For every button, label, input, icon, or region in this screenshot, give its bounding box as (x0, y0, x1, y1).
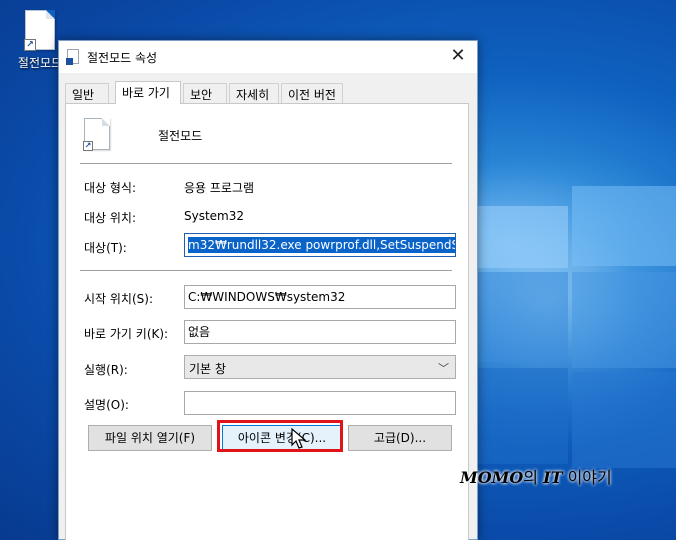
run-select[interactable]: 기본 창 ﹀ (184, 355, 456, 379)
start-in-input[interactable]: C:₩WINDOWS₩system32 (184, 285, 456, 309)
wallpaper-pane (572, 372, 676, 468)
mouse-cursor-icon (291, 428, 307, 449)
target-type-label: 대상 형식: (84, 181, 137, 195)
shortcut-arrow-icon: ↗ (83, 141, 93, 151)
target-input-selected-text: m32₩rundll32.exe powrprof.dll,SetSuspend… (188, 237, 455, 253)
target-location-label: 대상 위치: (84, 211, 137, 225)
close-button[interactable]: ✕ (439, 41, 477, 73)
open-file-location-button[interactable]: 파일 위치 열기(F) (88, 425, 212, 451)
tab-previous-versions[interactable]: 이전 버전 (281, 83, 343, 103)
watermark-text: 이야기 (562, 468, 612, 487)
comment-label: 설명(O): (84, 398, 129, 412)
run-label: 실행(R): (84, 363, 128, 377)
start-in-label: 시작 위치(S): (84, 292, 153, 306)
wallpaper-pane (478, 206, 568, 268)
tab-general[interactable]: 일반 (65, 83, 109, 103)
shortcut-arrow-icon: ↗ (24, 39, 36, 51)
shortcut-key-label: 바로 가기 키(K): (84, 327, 169, 341)
wallpaper-pane (478, 368, 568, 464)
run-select-value: 기본 창 (189, 362, 226, 376)
highlight-annotation (217, 420, 343, 452)
advanced-button[interactable]: 고급(D)... (348, 425, 452, 451)
divider (80, 163, 452, 164)
shortcut-key-input[interactable]: 없음 (184, 320, 456, 344)
watermark-brand-it: IT (543, 468, 563, 487)
document-icon: ↗ (24, 10, 55, 51)
divider (80, 270, 452, 271)
wallpaper-pane (478, 272, 568, 362)
shortcut-name: 절전모드 (158, 129, 203, 143)
target-input[interactable]: m32₩rundll32.exe powrprof.dll,SetSuspend… (184, 233, 456, 257)
title-bar[interactable]: 절전모드 속성 ✕ (59, 41, 477, 73)
tab-security[interactable]: 보안 (183, 83, 227, 103)
target-label: 대상(T): (84, 241, 127, 255)
document-icon (66, 49, 79, 65)
watermark-text: 의 (523, 468, 544, 487)
tab-details[interactable]: 자세히 (229, 83, 279, 103)
target-type-value: 응용 프로그램 (184, 181, 255, 195)
wallpaper-pane (572, 186, 676, 266)
shortcut-tab-panel: ↗ 절전모드 대상 형식: 응용 프로그램 대상 위치: System32 대상… (65, 103, 469, 540)
target-location-value: System32 (184, 209, 245, 223)
comment-input[interactable] (184, 391, 456, 415)
dialog-title: 절전모드 속성 (87, 51, 158, 65)
properties-dialog: 절전모드 속성 ✕ 일반 바로 가기 보안 자세히 이전 버전 ↗ 절전모드 대… (58, 40, 478, 540)
chevron-down-icon: ﹀ (438, 362, 449, 375)
shortcut-file-icon: ↗ (83, 118, 110, 151)
watermark: MOMO의 IT 이야기 (460, 464, 612, 488)
watermark-brand: MOMO (460, 468, 524, 487)
wallpaper-pane (572, 272, 676, 368)
tab-shortcut[interactable]: 바로 가기 (115, 81, 181, 104)
